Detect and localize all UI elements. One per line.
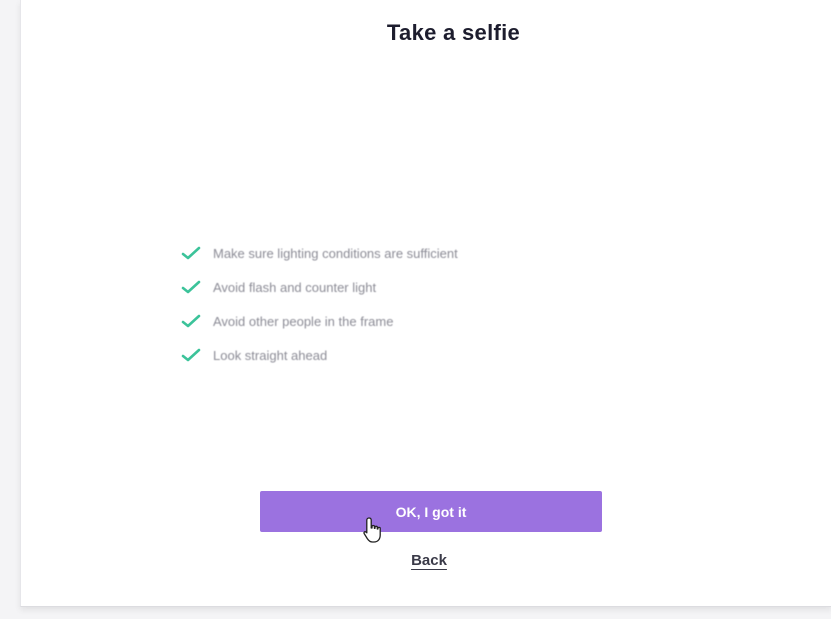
ok-got-it-button[interactable]: OK, I got it bbox=[260, 491, 602, 532]
tip-text: Make sure lighting conditions are suffic… bbox=[213, 245, 458, 261]
selfie-instructions-card: Take a selfie Make sure lighting conditi… bbox=[20, 0, 831, 607]
list-item: Look straight ahead bbox=[181, 338, 458, 372]
checkmark-icon bbox=[181, 314, 201, 328]
page-title: Take a selfie bbox=[386, 20, 521, 45]
tip-text: Avoid other people in the frame bbox=[213, 313, 394, 329]
tip-text: Avoid flash and counter light bbox=[213, 279, 377, 295]
selfie-tips-list: Make sure lighting conditions are suffic… bbox=[181, 236, 458, 372]
list-item: Avoid other people in the frame bbox=[181, 304, 458, 338]
checkmark-icon bbox=[181, 246, 201, 260]
back-link[interactable]: Back bbox=[411, 552, 447, 569]
tip-text: Look straight ahead bbox=[213, 347, 328, 363]
list-item: Make sure lighting conditions are suffic… bbox=[181, 236, 458, 270]
back-link-container: Back bbox=[21, 552, 831, 570]
checkmark-icon bbox=[181, 348, 201, 362]
hand-pointer-cursor-icon bbox=[363, 517, 381, 543]
checkmark-icon bbox=[181, 280, 201, 294]
list-item: Avoid flash and counter light bbox=[181, 270, 458, 304]
